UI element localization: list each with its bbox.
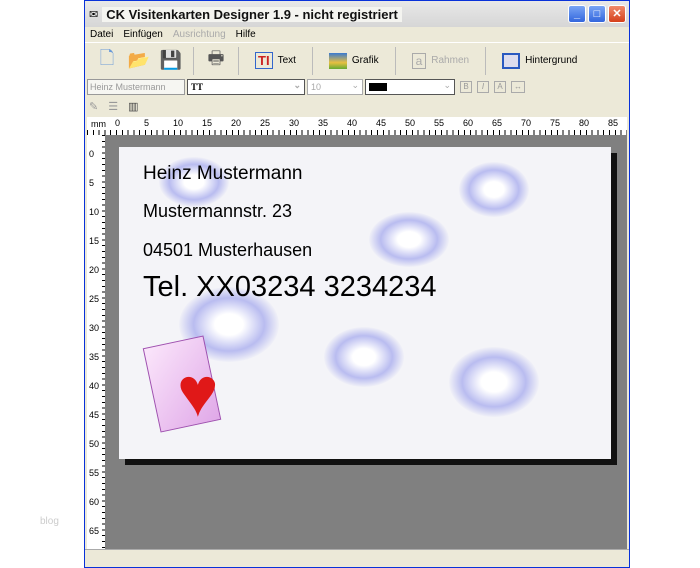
canvas-area: Heinz Mustermann Mustermannstr. 23 04501… [105,135,627,549]
ruler-tick-label: 80 [579,118,590,128]
ruler-tick-label: 60 [463,118,474,128]
ruler-tick-label: 60 [89,497,100,507]
text-tool-icon: TI [255,52,273,69]
ruler-tick-label: 55 [434,118,445,128]
vertical-ruler: 0 5 10 15 20 25 30 35 40 45 50 55 60 65 [87,135,107,549]
color-select[interactable] [365,78,455,95]
ruler-tick-label: 5 [144,118,150,128]
ruler-tick-label: 35 [318,118,329,128]
outline-button[interactable]: A [494,81,506,93]
title-bar: ✉ CK Visitenkarten Designer 1.9 - nicht … [85,1,629,27]
ruler-tick-label: 50 [89,439,100,449]
ruler-tick-label: 50 [405,118,416,128]
ruler-tick-label: 20 [89,265,100,275]
ruler-tick-label: 35 [89,352,100,362]
menu-datei[interactable]: Datei [90,29,113,40]
new-file-icon[interactable]: 🗋 [93,47,121,75]
ruler-tick-label: 40 [347,118,358,128]
ruler-tick-label: 20 [231,118,242,128]
ruler-tick-label: 25 [89,294,100,304]
menu-einfuegen[interactable]: Einfügen [123,29,162,40]
ruler-tick-label: 30 [89,323,100,333]
hintergrund-button[interactable]: Hintergrund [494,52,585,69]
ruler-tick-label: 0 [115,118,121,128]
app-window: ✉ CK Visitenkarten Designer 1.9 - nicht … [84,0,630,568]
ruler-tick-label: 15 [89,236,100,246]
grafik-button[interactable]: Grafik [321,52,387,69]
ruler-tick-label: 15 [202,118,213,128]
save-icon[interactable]: 💾 [157,47,185,75]
spacing-button[interactable]: ↔ [511,81,525,93]
ruler-tick-label: 45 [376,118,387,128]
print-icon[interactable]: 🖶 [202,47,230,75]
italic-button[interactable]: I [477,81,489,93]
main-toolbar: 🗋 📂 💾 🖶 TI Text Grafik a Rahmen Hintergrun… [85,42,629,78]
ruler-tick-label: 70 [521,118,532,128]
business-card[interactable]: Heinz Mustermann Mustermannstr. 23 04501… [119,147,611,459]
ruler-tick-label: 55 [89,468,100,478]
minimize-button[interactable]: _ [568,5,586,23]
ruler-tick-label: 30 [289,118,300,128]
ruler-tick-label: 0 [89,149,95,159]
format-bar: Heinz Mustermann TT 10 B I A ↔ [85,78,629,96]
text-button[interactable]: TI Text [247,52,304,69]
ruler-tick-label: 85 [608,118,619,128]
ruler-tick-label: 10 [89,207,100,217]
menu-hilfe[interactable]: Hilfe [236,29,256,40]
size-select[interactable]: 10 [307,78,363,95]
ruler-tick-label: 45 [89,410,100,420]
rahmen-button[interactable]: a Rahmen [404,52,478,69]
maximize-button[interactable]: □ [588,5,606,23]
close-button[interactable]: ✕ [608,5,626,23]
ruler-tick-label: 40 [89,381,100,391]
watermark: blog [40,516,59,527]
ruler-tick-label: 25 [260,118,271,128]
ruler-tick-label: 75 [550,118,561,128]
background-icon [502,52,521,69]
ruler-tick-label: 10 [173,118,184,128]
horizontal-ruler: mm 0 5 10 15 20 25 30 35 40 45 50 55 60 65 70 75 80 85 [87,117,627,135]
menu-ausrichtung[interactable]: Ausrichtung [173,29,226,40]
brush-icon[interactable]: ✎ [89,100,98,113]
image-icon [328,52,347,69]
status-bar [85,549,629,567]
ruler-tick-label: 5 [89,178,95,188]
window-title: CK Visitenkarten Designer 1.9 - nicht re… [102,6,402,22]
app-icon: ✉ [89,8,99,21]
text-input[interactable]: Heinz Mustermann [87,79,185,95]
card-phone[interactable]: Tel. XX03234 3234234 [143,271,436,304]
card-name[interactable]: Heinz Mustermann [143,163,302,185]
open-folder-icon[interactable]: 📂 [125,47,153,75]
font-select[interactable]: TT [187,78,305,95]
secondary-toolbar: ✎ ☰ ▥ [85,96,629,116]
card-city[interactable]: 04501 Musterhausen [143,240,312,261]
card-street[interactable]: Mustermannstr. 23 [143,201,292,222]
ruler-tick-label: 65 [89,526,100,536]
frame-icon: a [411,52,427,69]
bold-button[interactable]: B [460,81,472,93]
layer-icon[interactable]: ▥ [128,100,138,113]
heart-letter-icon[interactable]: ♥ [142,335,247,435]
ruler-tick-label: 65 [492,118,503,128]
menu-bar: Datei Einfügen Ausrichtung Hilfe [85,27,629,42]
align-icon[interactable]: ☰ [108,100,118,113]
